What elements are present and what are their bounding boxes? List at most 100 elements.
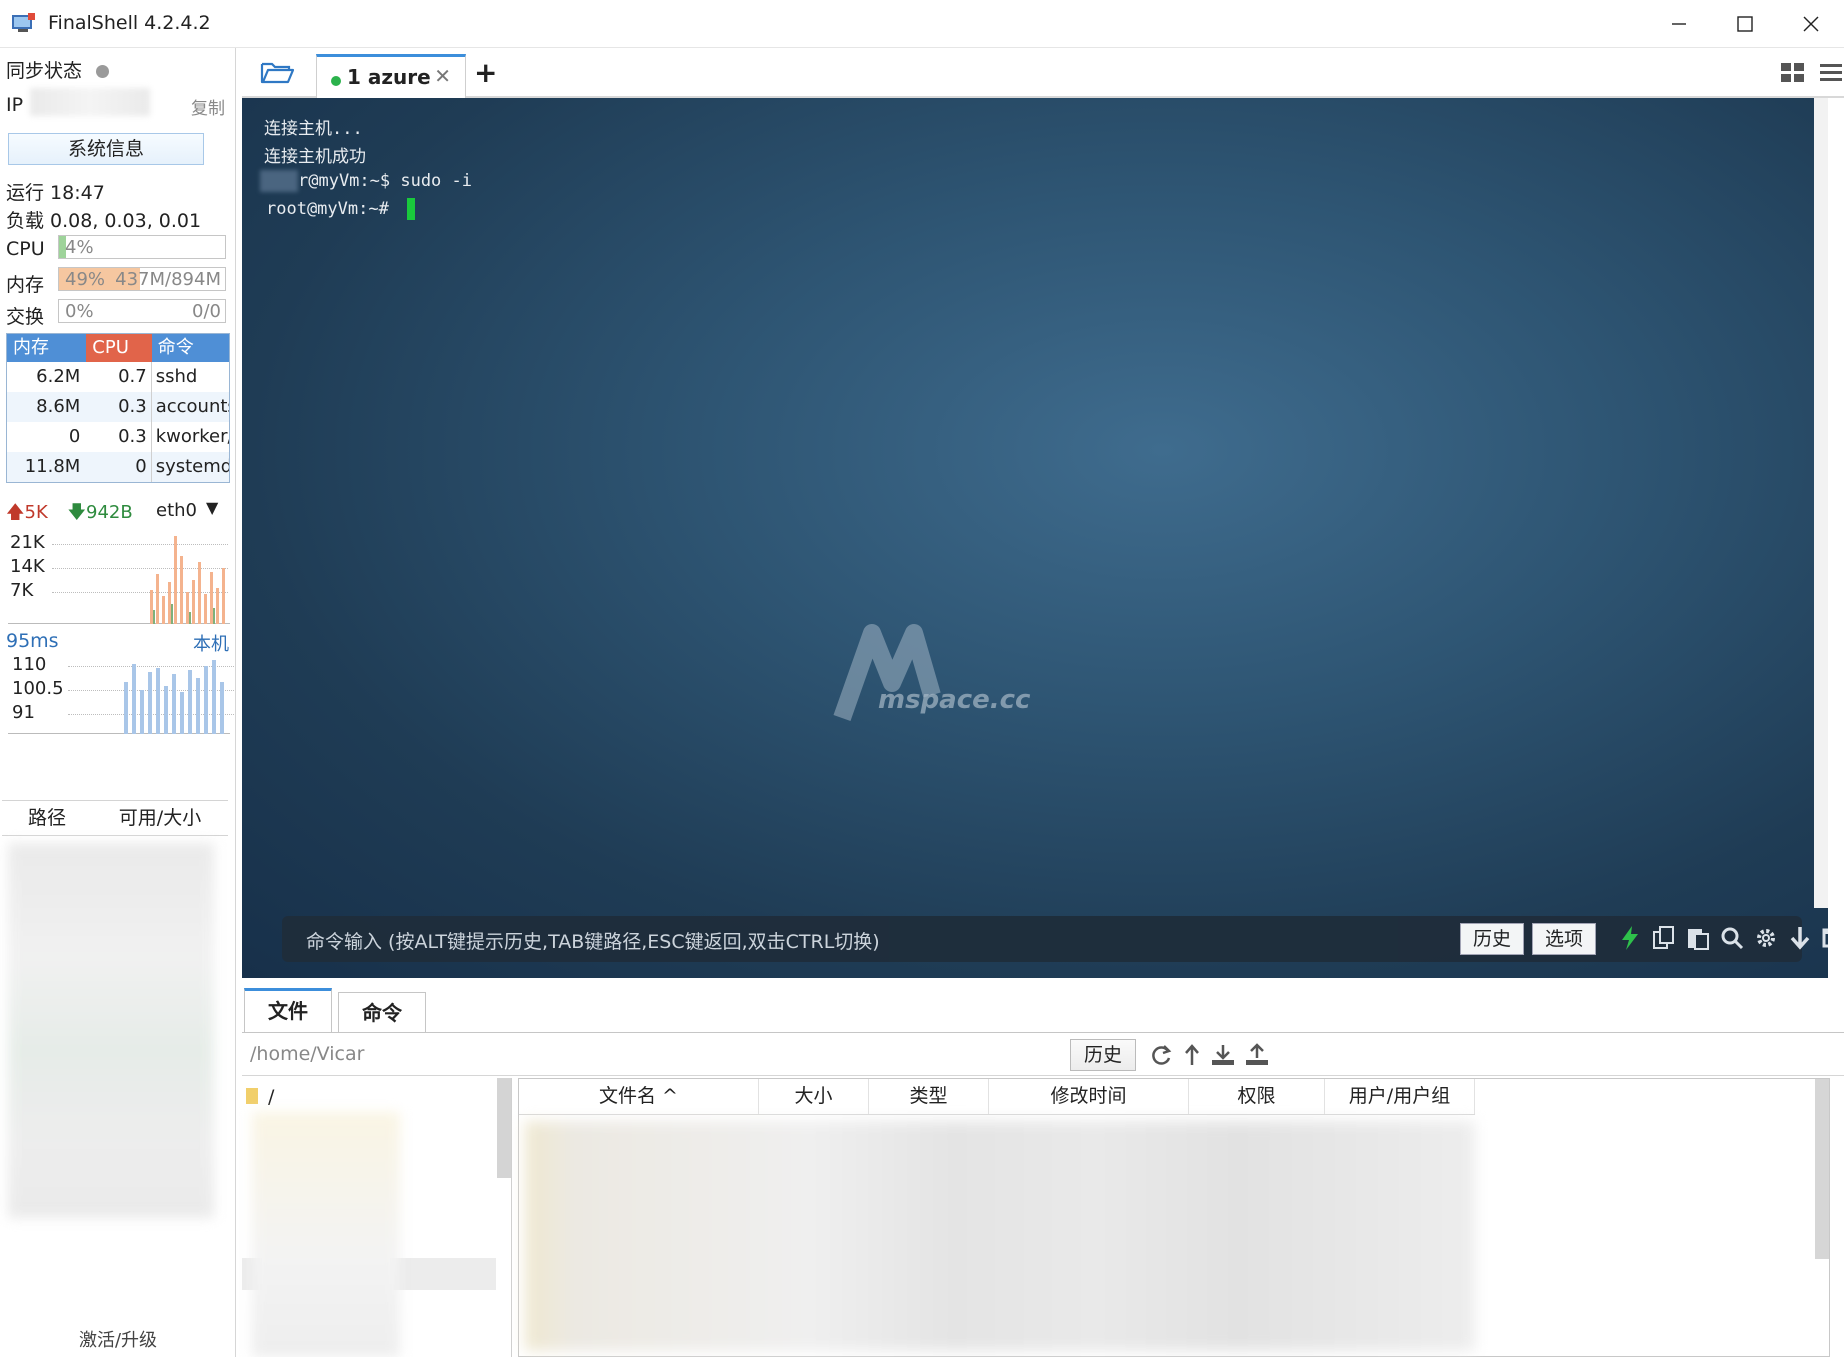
sync-status: 同步状态 xyxy=(6,56,110,83)
column-header-type[interactable]: 类型 xyxy=(869,1079,989,1114)
gear-icon[interactable] xyxy=(1753,924,1779,952)
network-ytick: 21K xyxy=(10,532,45,553)
mem-detail: 437M/894M xyxy=(115,269,221,290)
process-row[interactable]: 6.2M 0.7 sshd xyxy=(7,362,229,392)
tree-scrollbar[interactable] xyxy=(497,1078,511,1178)
load-text: 负载 0.08, 0.03, 0.01 xyxy=(6,210,202,232)
file-table-scrollbar[interactable] xyxy=(1815,1079,1829,1259)
terminal-line-prompt: r@myVm:~$ sudo -i xyxy=(260,170,472,192)
process-cpu: 0 xyxy=(86,452,152,482)
maximize-button[interactable] xyxy=(1712,0,1778,48)
network-interface[interactable]: eth0 xyxy=(156,500,197,521)
directory-tree[interactable]: / xyxy=(242,1078,512,1357)
latency-bars xyxy=(124,660,224,734)
column-header-modified[interactable]: 修改时间 xyxy=(989,1079,1189,1114)
command-input-bar[interactable]: 命令输入 (按ALT键提示历史,TAB键路径,ESC键返回,双击CTRL切换) … xyxy=(282,916,1828,962)
file-list-redacted xyxy=(525,1121,1475,1351)
network-ytick: 14K xyxy=(10,556,45,577)
copy-icon[interactable] xyxy=(1651,924,1677,952)
tab-name: azure xyxy=(367,65,431,89)
column-header-permissions[interactable]: 权限 xyxy=(1189,1079,1325,1114)
download-arrow-icon: 🡇 xyxy=(67,502,87,523)
sync-status-label: 同步状态 xyxy=(6,60,83,82)
system-info-button[interactable]: 系统信息 xyxy=(8,133,204,165)
history-button[interactable]: 历史 xyxy=(1460,923,1524,955)
cpu-percent: 4% xyxy=(65,237,94,258)
process-cpu: 0.7 xyxy=(86,362,152,392)
process-row[interactable]: 11.8M 0 systemd xyxy=(7,452,229,482)
process-mem: 0 xyxy=(68,426,81,447)
column-header-available-size[interactable]: 可用/大小 xyxy=(92,801,228,835)
tab-commands[interactable]: 命令 xyxy=(338,992,426,1032)
paste-icon[interactable] xyxy=(1685,924,1711,952)
upload-arrow-icon: 🡅 xyxy=(6,502,25,523)
mem-percent: 49% xyxy=(65,269,106,290)
column-header-owner[interactable]: 用户/用户组 xyxy=(1325,1079,1475,1114)
terminal-scrollbar[interactable] xyxy=(1814,98,1828,908)
tab-label: 1 azure xyxy=(347,65,431,89)
parent-folder-icon[interactable] xyxy=(1182,1043,1202,1067)
file-table: 文件名 ^ 大小 类型 修改时间 权限 用户/用户组 xyxy=(518,1078,1830,1357)
path-history-button[interactable]: 历史 xyxy=(1070,1039,1136,1071)
window-toggle-icon[interactable] xyxy=(1821,924,1828,952)
terminal-command: r@myVm:~$ sudo -i xyxy=(298,171,472,191)
terminal-line: 连接主机成功 xyxy=(264,147,366,167)
process-row[interactable]: 8.6M 0.3 accounts xyxy=(7,392,229,422)
tab-files[interactable]: 文件 xyxy=(244,988,332,1032)
column-header-filename[interactable]: 文件名 ^ xyxy=(519,1079,759,1114)
swap-percent: 0% xyxy=(65,301,94,322)
column-header-cpu[interactable]: CPU xyxy=(86,334,152,362)
menu-icon[interactable] xyxy=(1818,60,1844,86)
arrow-down-icon[interactable] xyxy=(1787,924,1813,952)
ip-address-redacted xyxy=(30,88,150,116)
download-icon[interactable] xyxy=(1210,1043,1236,1067)
column-header-command[interactable]: 命令 xyxy=(151,334,229,362)
minimize-button[interactable] xyxy=(1646,0,1712,48)
latency-value: 95ms xyxy=(6,630,59,652)
swap-meter: 0% 0/0 xyxy=(58,299,226,323)
copy-ip-link[interactable]: 复制 xyxy=(191,94,225,119)
terminal-cursor xyxy=(407,198,416,220)
window-title: FinalShell 4.2.4.2 xyxy=(48,12,211,34)
chevron-down-icon[interactable]: ▼ xyxy=(206,498,218,517)
options-button[interactable]: 选项 xyxy=(1532,923,1596,955)
column-header-path[interactable]: 路径 xyxy=(2,801,92,835)
search-icon[interactable] xyxy=(1719,924,1745,952)
grid-layout-icon[interactable] xyxy=(1780,60,1806,86)
username-redacted xyxy=(260,170,298,192)
swap-label: 交换 xyxy=(6,306,45,328)
add-tab-icon[interactable]: + xyxy=(474,56,497,89)
command-input-hint[interactable]: 命令输入 (按ALT键提示历史,TAB键路径,ESC键返回,双击CTRL切换) xyxy=(306,927,880,954)
file-panel: 文件 命令 /home/Vicar 历史 / 文件名 ^ 大小 类型 修改时间 … xyxy=(242,978,1844,1357)
network-traffic-bars xyxy=(150,536,225,624)
activate-upgrade-link[interactable]: 激活/升级 xyxy=(0,1326,236,1352)
file-toolbar-icons xyxy=(1148,1043,1270,1067)
latency-ytick: 110 xyxy=(12,654,47,675)
lightning-icon[interactable] xyxy=(1617,924,1643,952)
command-toolbar-icons xyxy=(1617,924,1828,952)
process-row[interactable]: 0 0.3 kworker/ xyxy=(7,422,229,452)
cpu-meter: 4% xyxy=(58,235,226,259)
upload-icon[interactable] xyxy=(1244,1043,1270,1067)
tab-index: 1 xyxy=(347,65,361,89)
refresh-icon[interactable] xyxy=(1148,1043,1174,1067)
column-header-size[interactable]: 大小 xyxy=(759,1079,869,1114)
path-input[interactable]: /home/Vicar xyxy=(250,1043,364,1065)
column-header-mem[interactable]: 内存 xyxy=(7,334,87,362)
process-cpu: 0.3 xyxy=(86,392,152,422)
tree-root-node[interactable]: / xyxy=(268,1086,274,1108)
title-bar: FinalShell 4.2.4.2 xyxy=(0,0,1844,48)
open-folder-icon[interactable] xyxy=(260,60,294,86)
process-mem: 11.8M xyxy=(24,456,81,477)
close-window-button[interactable] xyxy=(1778,0,1844,48)
close-tab-icon[interactable]: ✕ xyxy=(434,64,451,88)
latency-chart: 110 100.5 91 xyxy=(8,652,234,734)
watermark-text: mspace.cc xyxy=(878,685,1031,715)
terminal-view[interactable]: 连接主机... 连接主机成功 r@myVm:~$ sudo -i root@my… xyxy=(242,98,1828,978)
tab-azure[interactable]: 1 azure ✕ xyxy=(316,54,466,98)
process-command: kworker/ xyxy=(155,426,230,447)
minimize-icon xyxy=(1672,23,1686,25)
download-speed: 942B xyxy=(86,502,133,523)
watermark-logo: mspace.cc xyxy=(832,623,1030,727)
process-command: accounts xyxy=(155,396,230,417)
